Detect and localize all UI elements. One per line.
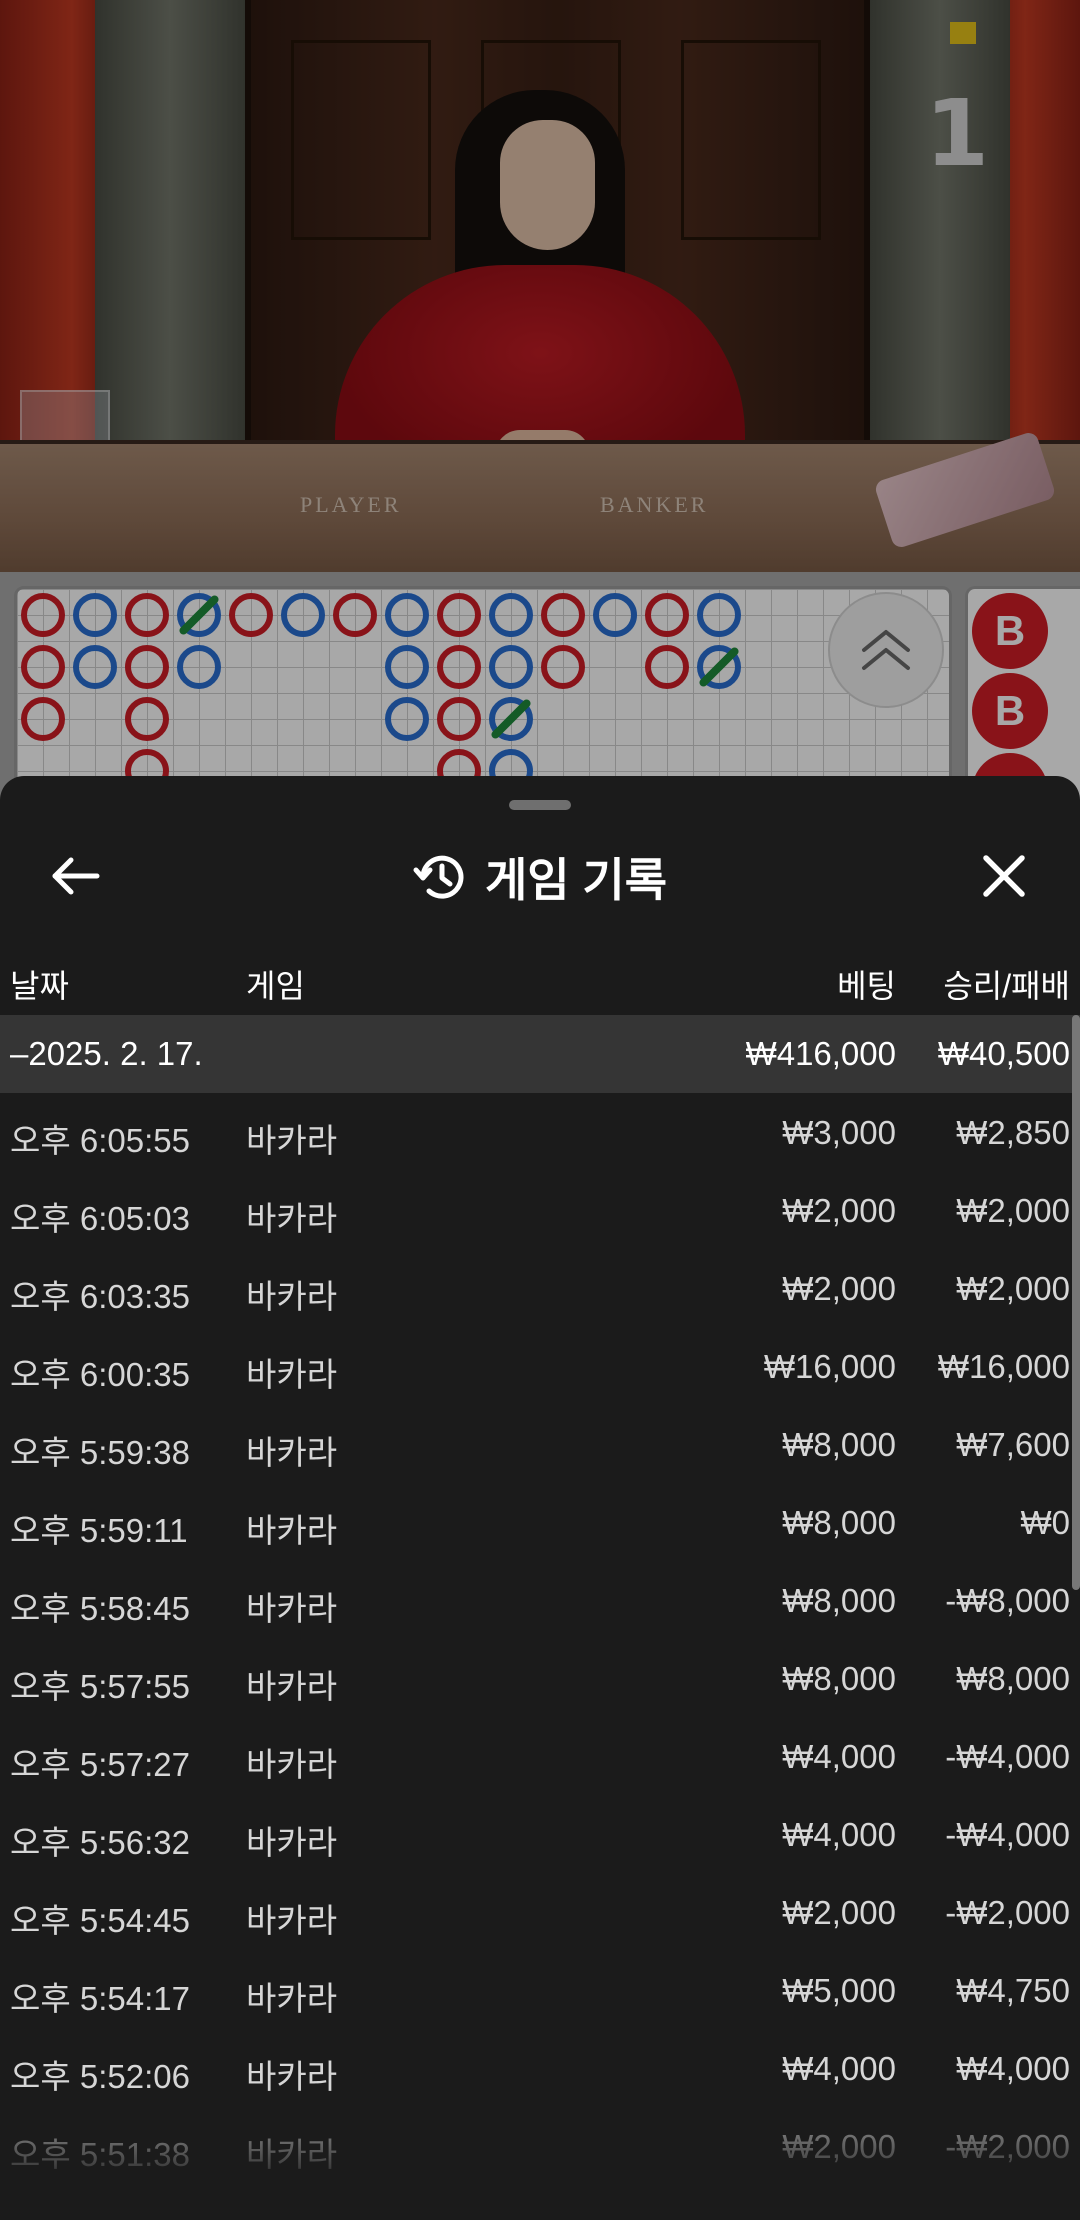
row-bet: ₩8,000 <box>782 1660 896 1697</box>
row-bet: ₩2,000 <box>782 2128 896 2165</box>
row-time: 오후 5:52:06 <box>10 2058 190 2095</box>
close-button[interactable] <box>972 844 1036 908</box>
row-result: ₩0 <box>1020 1504 1071 1541</box>
history-row[interactable]: 오후 5:57:27 바카라 ₩4,000 -₩4,000 <box>0 1717 1080 1795</box>
row-result: ₩7,600 <box>956 1426 1070 1463</box>
date-group-row[interactable]: –2025. 2. 17. ₩416,000 ₩40,500 <box>0 1015 1080 1093</box>
row-game: 바카라 <box>246 1512 338 1549</box>
row-time: 오후 5:57:27 <box>10 1746 190 1783</box>
row-bet: ₩8,000 <box>782 1582 896 1619</box>
row-result: -₩2,000 <box>945 1894 1070 1931</box>
row-result: ₩2,000 <box>956 1270 1070 1307</box>
row-time: 오후 5:58:45 <box>10 1590 190 1627</box>
row-game: 바카라 <box>246 2058 338 2095</box>
row-time: 오후 6:00:35 <box>10 1356 190 1393</box>
history-row[interactable]: 오후 5:58:45 바카라 ₩8,000 -₩8,000 <box>0 1561 1080 1639</box>
row-time: 오후 5:51:38 <box>10 2136 190 2173</box>
row-time: 오후 5:57:55 <box>10 1668 190 1705</box>
row-bet: ₩8,000 <box>782 1426 896 1463</box>
history-row[interactable]: 오후 6:05:55 바카라 ₩3,000 ₩2,850 <box>0 1093 1080 1171</box>
row-game: 바카라 <box>246 1824 338 1861</box>
row-result: ₩16,000 <box>937 1348 1070 1385</box>
row-bet: ₩3,000 <box>782 1114 896 1151</box>
row-bet: ₩5,000 <box>782 1972 896 2009</box>
row-game: 바카라 <box>246 1200 338 1237</box>
history-row[interactable]: 오후 5:52:06 바카라 ₩4,000 ₩4,000 <box>0 2029 1080 2107</box>
row-game: 바카라 <box>246 1980 338 2017</box>
sheet-title: 게임 기록 <box>484 854 668 906</box>
date-group-bet-total: ₩416,000 <box>745 1035 896 1072</box>
history-row[interactable]: 오후 5:54:17 바카라 ₩5,000 ₩4,750 <box>0 1951 1080 2029</box>
history-row[interactable]: 오후 5:57:55 바카라 ₩8,000 ₩8,000 <box>0 1639 1080 1717</box>
history-row[interactable]: 오후 6:00:35 바카라 ₩16,000 ₩16,000 <box>0 1327 1080 1405</box>
row-game: 바카라 <box>246 1122 338 1159</box>
history-row[interactable]: 오후 5:54:45 바카라 ₩2,000 -₩2,000 <box>0 1873 1080 1951</box>
row-result: ₩2,850 <box>956 1114 1070 1151</box>
row-bet: ₩2,000 <box>782 1894 896 1931</box>
dim-overlay[interactable] <box>0 0 1080 800</box>
row-bet: ₩4,000 <box>782 2050 896 2087</box>
row-game: 바카라 <box>246 1902 338 1939</box>
history-row[interactable]: 오후 6:03:35 바카라 ₩2,000 ₩2,000 <box>0 1249 1080 1327</box>
history-row[interactable]: 오후 5:59:11 바카라 ₩8,000 ₩0 <box>0 1483 1080 1561</box>
row-bet: ₩2,000 <box>782 1270 896 1307</box>
scrollbar[interactable] <box>1072 1015 1080 1590</box>
row-game: 바카라 <box>246 1278 338 1315</box>
history-row[interactable]: 오후 6:05:03 바카라 ₩2,000 ₩2,000 <box>0 1171 1080 1249</box>
row-result: -₩2,000 <box>945 2128 1070 2165</box>
column-header-bet: 베팅 <box>837 968 896 1004</box>
date-group-label: –2025. 2. 17. <box>10 1035 203 1072</box>
row-bet: ₩2,000 <box>782 1192 896 1229</box>
row-bet: ₩8,000 <box>782 1504 896 1541</box>
row-bet: ₩4,000 <box>782 1738 896 1775</box>
game-history-sheet: 게임 기록 날짜 게임 베팅 승리/패배 –2025. 2. 17. ₩416,… <box>0 776 1080 2220</box>
back-button[interactable] <box>44 844 108 908</box>
row-game: 바카라 <box>246 1668 338 1705</box>
row-time: 오후 5:59:11 <box>10 1512 188 1549</box>
row-time: 오후 5:54:17 <box>10 1980 190 2017</box>
history-row[interactable]: 오후 5:51:38 바카라 ₩2,000 -₩2,000 <box>0 2107 1080 2185</box>
row-result: ₩2,000 <box>956 1192 1070 1229</box>
row-result: ₩4,750 <box>956 1972 1070 2009</box>
row-game: 바카라 <box>246 1434 338 1471</box>
row-time: 오후 5:56:32 <box>10 1824 190 1861</box>
row-result: ₩4,000 <box>956 2050 1070 2087</box>
column-header-game: 게임 <box>246 968 305 1004</box>
arrow-left-icon <box>52 857 100 895</box>
row-game: 바카라 <box>246 2136 338 2173</box>
row-result: -₩4,000 <box>945 1738 1070 1775</box>
column-header-row: 날짜 게임 베팅 승리/패배 <box>0 951 1080 1015</box>
history-icon <box>413 855 464 899</box>
row-bet: ₩16,000 <box>763 1348 896 1385</box>
drag-handle[interactable] <box>509 800 571 810</box>
row-bet: ₩4,000 <box>782 1816 896 1853</box>
column-header-date: 날짜 <box>10 968 69 1004</box>
row-time: 오후 5:54:45 <box>10 1902 190 1939</box>
row-time: 오후 5:59:38 <box>10 1434 190 1471</box>
history-list: 오후 6:05:55 바카라 ₩3,000 ₩2,850 오후 6:05:03 바카라 ₩… <box>0 1093 1080 2185</box>
date-group-result-total: ₩40,500 <box>937 1035 1070 1072</box>
row-time: 오후 6:05:03 <box>10 1200 190 1237</box>
column-header-result: 승리/패배 <box>943 968 1070 1004</box>
row-result: -₩8,000 <box>945 1582 1070 1619</box>
row-game: 바카라 <box>246 1590 338 1627</box>
history-row[interactable]: 오후 5:59:38 바카라 ₩8,000 ₩7,600 <box>0 1405 1080 1483</box>
close-icon <box>983 855 1025 897</box>
row-game: 바카라 <box>246 1356 338 1393</box>
sheet-title-group: 게임 기록 <box>0 822 1080 932</box>
row-result: ₩8,000 <box>956 1660 1070 1697</box>
sheet-header: 게임 기록 <box>0 822 1080 952</box>
row-time: 오후 6:05:55 <box>10 1122 190 1159</box>
row-time: 오후 6:03:35 <box>10 1278 190 1315</box>
row-result: -₩4,000 <box>945 1816 1070 1853</box>
history-row[interactable]: 오후 5:56:32 바카라 ₩4,000 -₩4,000 <box>0 1795 1080 1873</box>
row-game: 바카라 <box>246 1746 338 1783</box>
